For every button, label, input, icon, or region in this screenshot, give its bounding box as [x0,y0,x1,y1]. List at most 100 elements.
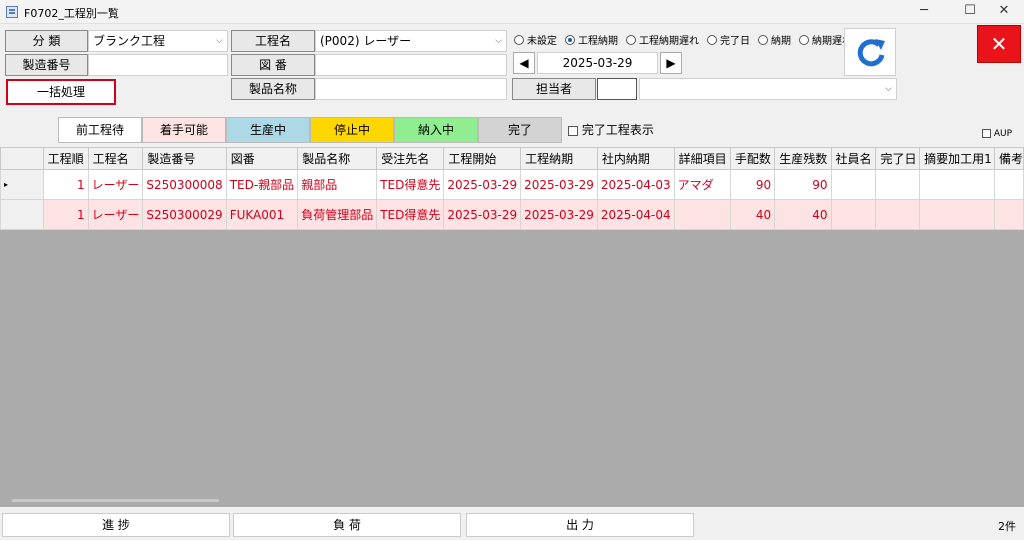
product-input[interactable] [315,78,507,100]
radio-option[interactable]: 納期 [758,32,791,47]
status-tab[interactable]: 前工程待 [58,117,142,143]
table-cell[interactable]: TED-親部品 [225,169,299,200]
output-button[interactable]: 出 力 [466,513,694,537]
window-title: F0702_工程別一覧 [24,7,119,20]
radio-dot[interactable] [514,34,524,45]
staff-select[interactable]: ⌵ [639,78,897,100]
table-cell[interactable]: 1 [42,199,89,230]
batch-process-button[interactable]: 一括処理 [6,79,116,105]
table-cell[interactable]: 40 [774,199,832,230]
checkbox[interactable] [568,125,578,136]
table-cell[interactable]: レーザー [87,169,144,200]
table-row[interactable]: 1 レーザー S250300029 FUKA001 負荷管理部品 TED得意先 2025-0… [0,199,1024,230]
column-header[interactable]: 手配数 [729,147,776,170]
column-header[interactable]: 工程開始 [443,147,522,170]
radio-option[interactable]: 工程納期 [565,32,618,47]
table-cell[interactable] [919,169,995,200]
status-tab[interactable]: 着手可能 [142,117,226,143]
column-header[interactable]: 詳細項目 [673,147,731,170]
column-header[interactable]: 備考 [993,147,1024,170]
checkbox[interactable] [982,129,991,138]
next-date-button[interactable]: ▶ [660,52,682,74]
status-tab[interactable]: 停止中 [310,117,394,143]
mfg-no-label: 製造番号 [5,54,88,76]
column-header[interactable]: 図番 [225,147,299,170]
radio-dot[interactable] [626,34,636,45]
show-completed-toggle[interactable]: 完了工程表示 [568,121,654,138]
column-header[interactable]: 摘要加工用1 [919,147,995,170]
table-cell[interactable] [993,169,1024,200]
table-cell[interactable]: S250300029 [142,199,227,230]
table-cell[interactable]: 親部品 [297,169,378,200]
column-header[interactable]: 社内納期 [596,147,675,170]
status-tab[interactable]: 納入中 [394,117,478,143]
minimize-button[interactable]: ─ [904,0,944,24]
column-header[interactable]: 完了日 [875,147,921,170]
table-cell[interactable] [993,199,1024,230]
table-cell[interactable]: 2025-04-04 [596,199,675,230]
table-cell[interactable] [875,199,921,230]
table-cell[interactable]: 負荷管理部品 [297,199,378,230]
row-header[interactable]: ▸ [0,169,44,200]
close-button[interactable]: ✕ [977,25,1021,63]
table-cell[interactable]: 2025-03-29 [443,169,522,200]
column-header[interactable]: 工程納期 [520,147,598,170]
table-cell[interactable]: TED得意先 [376,199,445,230]
table-cell[interactable]: レーザー [87,199,144,230]
table-cell[interactable]: 40 [729,199,776,230]
refresh-button[interactable] [844,28,896,76]
table-cell[interactable]: 90 [729,169,776,200]
column-header[interactable] [0,147,44,170]
mfg-no-input[interactable] [88,54,228,76]
staff-code-input[interactable] [597,78,637,100]
table-cell[interactable] [875,169,921,200]
status-tab[interactable]: 生産中 [226,117,310,143]
drawing-input[interactable] [315,54,507,76]
table-cell[interactable]: 2025-03-29 [443,199,522,230]
table-cell[interactable]: FUKA001 [225,199,299,230]
table-cell[interactable]: 1 [42,169,89,200]
load-button[interactable]: 負 荷 [233,513,461,537]
radio-option[interactable]: 完了日 [707,32,750,47]
radio-dot[interactable] [565,34,575,45]
column-header[interactable]: 受注先名 [376,147,445,170]
column-header[interactable]: 生産残数 [774,147,832,170]
prev-date-button[interactable]: ◀ [513,52,535,74]
title-bar: F0702_工程別一覧 ─ ☐ ✕ [0,0,1024,24]
column-header[interactable]: 製品名称 [297,147,378,170]
column-header[interactable]: 製造番号 [142,147,227,170]
table-cell[interactable]: TED得意先 [376,169,445,200]
table-cell[interactable] [830,199,877,230]
table-header: 工程順 工程名 製造番号 図番 製品名称 受注先名 工程開始 工程納期 社内納期 詳細項目 手配数生… [0,147,1024,170]
radio-dot[interactable] [758,34,768,45]
status-tab[interactable]: 完了 [478,117,562,143]
data-grid[interactable]: 工程順 工程名 製造番号 図番 製品名称 受注先名 工程開始 工程納期 社内納期 詳細項目 手配数生… [0,147,1024,507]
horizontal-scrollbar[interactable] [12,499,219,502]
table-row[interactable]: ▸ 1 レーザー S250300008 TED-親部品 親部品 TED得意先 2025-03-… [0,169,1024,200]
table-cell[interactable] [919,199,995,230]
category-select[interactable]: ブランク工程 ⌵ [88,30,228,52]
column-header[interactable]: 工程順 [42,147,89,170]
date-field[interactable]: 2025-03-29 [537,52,658,74]
record-count: 2件 [998,520,1016,533]
table-cell[interactable]: アマダ [673,169,731,200]
table-cell[interactable]: 2025-03-29 [520,169,598,200]
table-cell[interactable]: S250300008 [142,169,227,200]
table-cell[interactable]: 2025-04-03 [596,169,675,200]
radio-dot[interactable] [799,34,809,45]
table-cell[interactable]: 2025-03-29 [520,199,598,230]
window-close-button[interactable]: ✕ [984,0,1024,24]
aup-toggle[interactable]: AUP [982,129,1012,139]
table-cell[interactable] [830,169,877,200]
row-header[interactable] [0,199,44,230]
column-header[interactable]: 工程名 [87,147,144,170]
process-select[interactable]: (P002) レーザー ⌵ [315,30,507,52]
table-cell[interactable] [673,199,731,230]
radio-option[interactable]: 工程納期遅れ [626,32,699,47]
table-cell[interactable]: 90 [774,169,832,200]
staff-label: 担当者 [512,78,596,100]
radio-option[interactable]: 未設定 [514,32,557,47]
progress-button[interactable]: 進 捗 [2,513,230,537]
column-header[interactable]: 社員名 [830,147,877,170]
radio-dot[interactable] [707,34,717,45]
